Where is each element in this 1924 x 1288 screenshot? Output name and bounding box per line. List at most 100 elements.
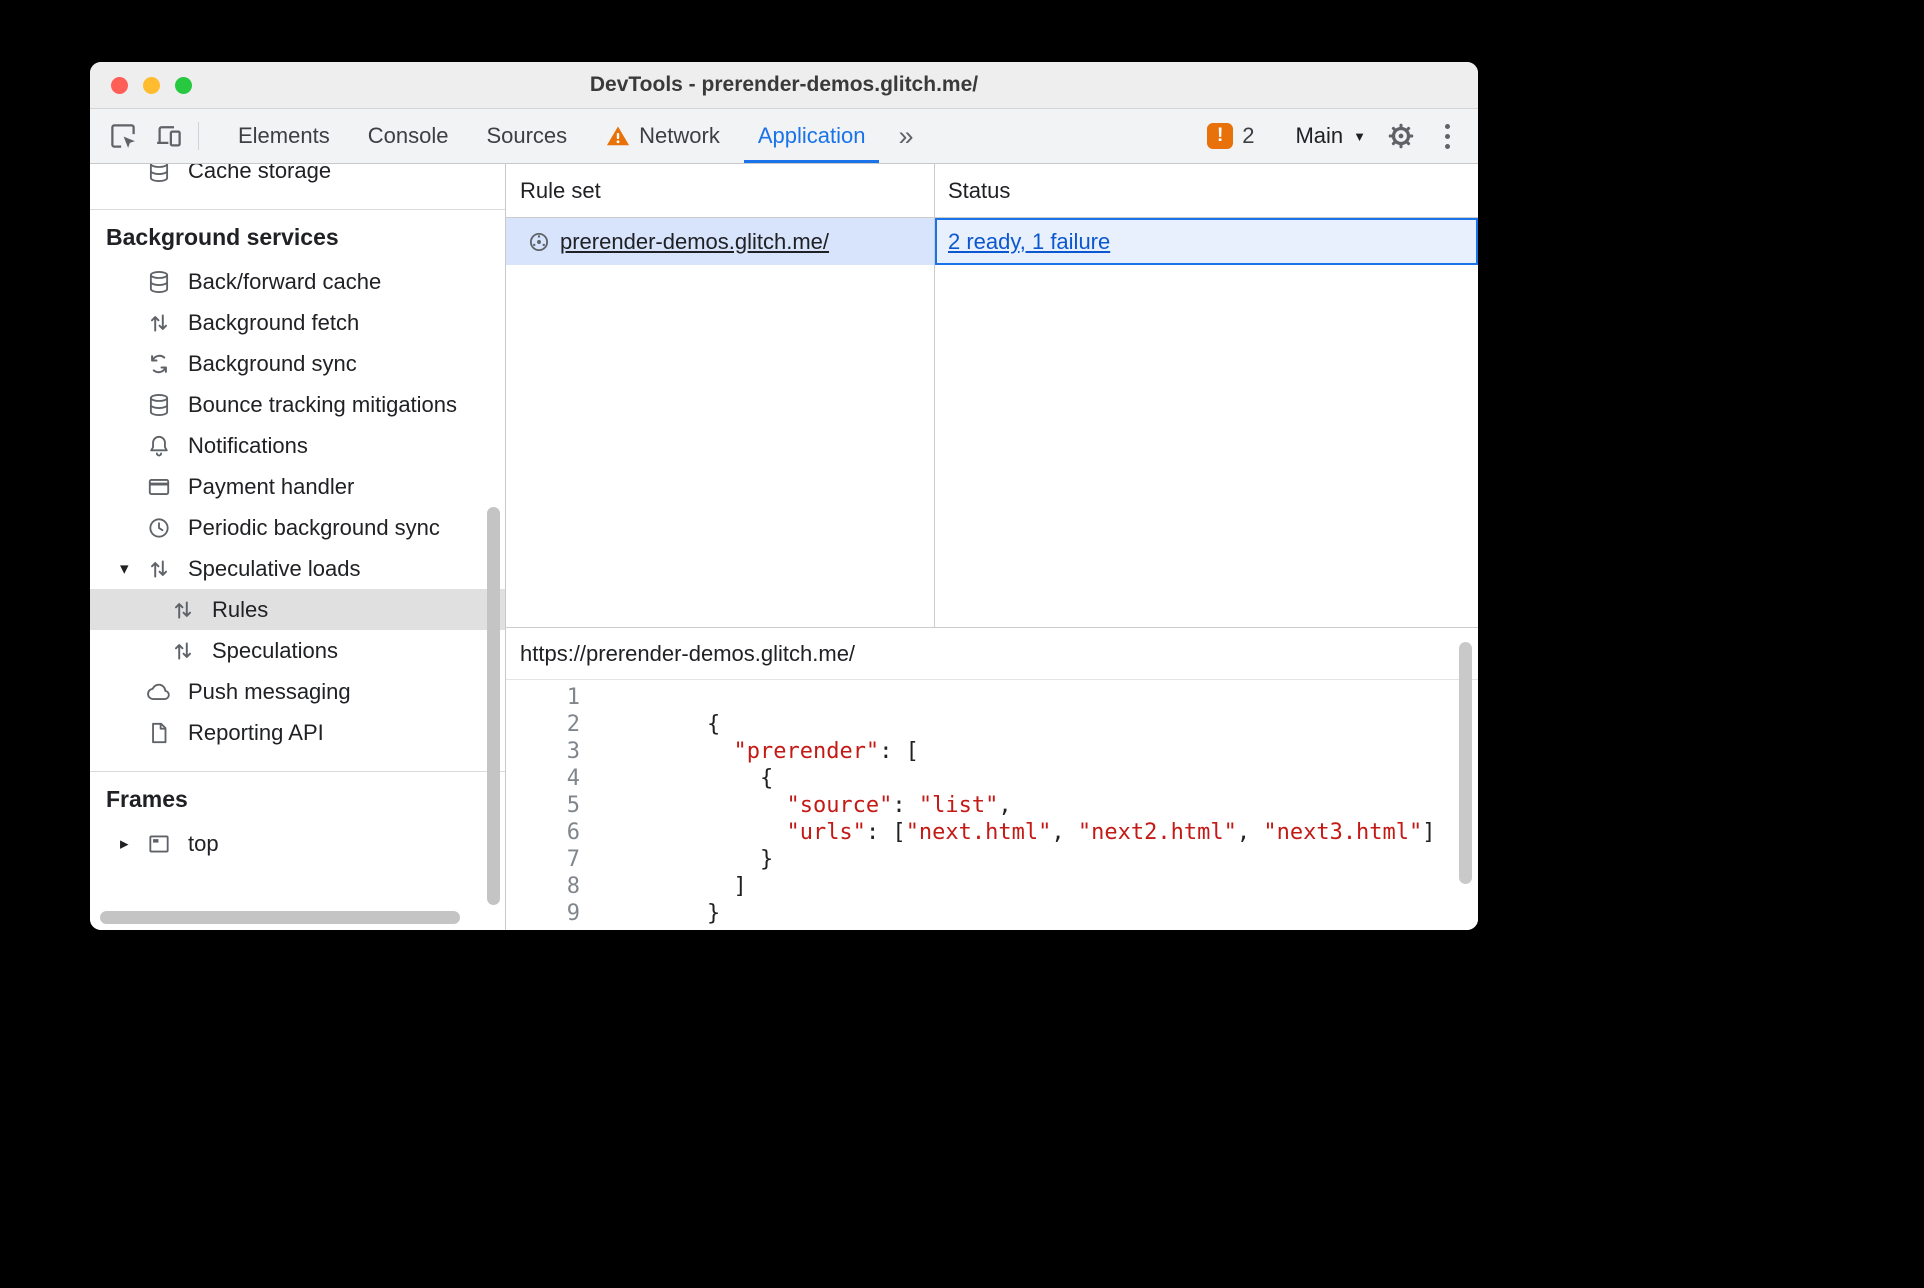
tab-elements[interactable]: Elements (219, 109, 349, 163)
json-punctuation-token: { (654, 766, 774, 791)
sidebar-item-background-sync[interactable]: Background sync (90, 343, 505, 384)
code-line: 1 (506, 684, 1478, 711)
tab-network[interactable]: Network (586, 109, 739, 163)
json-punctuation-token: { (654, 712, 721, 737)
sidebar-item-speculative-loads[interactable]: ▾ Speculative loads (90, 548, 505, 589)
titlebar: DevTools - prerender-demos.glitch.me/ (90, 62, 1478, 109)
tab-label: Network (639, 123, 720, 148)
warning-icon (605, 123, 631, 149)
rule-set-source-url: https://prerender-demos.glitch.me/ (506, 628, 1478, 680)
twisty-icon[interactable]: ▸ (120, 834, 146, 854)
updown-arrows-icon (170, 597, 196, 623)
window-title: DevTools - prerender-demos.glitch.me/ (589, 73, 979, 96)
rule-set-cell[interactable]: prerender-demos.glitch.me/ (506, 218, 935, 265)
code-line: 8 ] (506, 873, 1478, 900)
updown-arrows-icon (146, 310, 172, 336)
sidebar-item-label: Push messaging (188, 678, 351, 704)
clock-icon (146, 515, 172, 541)
database-icon (146, 392, 172, 418)
sidebar-item-notifications[interactable]: Notifications (90, 425, 505, 466)
code-lines: 12 {3 "prerender": [4 {5 "source": "list… (506, 684, 1478, 927)
sidebar-item-label: Periodic background sync (188, 514, 440, 540)
device-toolbar-button[interactable] (146, 109, 192, 163)
code-text: { (580, 711, 720, 738)
code-text: } (580, 900, 720, 927)
line-number: 8 (566, 874, 580, 899)
sidebar-item-label: Cache storage (188, 164, 332, 183)
code-line: 7 } (506, 846, 1478, 873)
sidebar-item-payment-handler[interactable]: Payment handler (90, 466, 505, 507)
tab-label: Application (757, 123, 866, 148)
tab-sources[interactable]: Sources (467, 109, 586, 163)
sidebar-item-label: Reporting API (188, 719, 324, 745)
inspect-icon (108, 121, 138, 151)
sidebar-horizontal-scrollbar[interactable] (100, 911, 460, 924)
json-string-token: "prerender" (733, 739, 880, 764)
sidebar-item-reporting-api[interactable]: Reporting API (90, 712, 505, 753)
tab-label: Console (367, 123, 449, 148)
twisty-icon[interactable]: ▾ (120, 559, 146, 579)
json-punctuation-token (654, 820, 786, 845)
code-text: "source": "list", (580, 792, 1011, 819)
line-number: 9 (566, 901, 580, 926)
dropdown-arrow-icon: ▼ (1353, 128, 1366, 144)
sidebar-item-periodic-background-sync[interactable]: Periodic background sync (90, 507, 505, 548)
tab-label: Sources (486, 123, 568, 148)
database-icon (146, 269, 172, 295)
card-icon (146, 474, 172, 500)
table-header: Rule set Status (506, 164, 1478, 218)
tab-application[interactable]: Application (739, 109, 885, 163)
line-number: 7 (566, 847, 580, 872)
device-toolbar-icon (154, 121, 184, 151)
target-selector[interactable]: Main ▼ (1283, 123, 1378, 149)
more-tabs-button[interactable]: » (884, 109, 927, 163)
minimize-button[interactable] (143, 76, 160, 94)
application-sidebar: Cache storage Background services Back/fo… (90, 164, 506, 930)
rule-set-link[interactable]: prerender-demos.glitch.me/ (560, 229, 829, 255)
json-punctuation-token: : [ (865, 820, 906, 845)
tab-label: Elements (238, 123, 330, 148)
settings-button[interactable] (1378, 121, 1424, 151)
sidebar-item-cache-storage[interactable]: Cache storage (90, 164, 505, 191)
code-vertical-scrollbar[interactable] (1459, 642, 1472, 884)
rule-set-detail-pane: https://prerender-demos.glitch.me/ 12 {3… (506, 627, 1478, 930)
sidebar-item-background-fetch[interactable]: Background fetch (90, 302, 505, 343)
rule-sets-table: Rule set Status prerender-demos.glitch.m… (506, 164, 1478, 627)
tab-console[interactable]: Console (349, 109, 468, 163)
sidebar-item-back-forward-cache[interactable]: Back/forward cache (90, 261, 505, 302)
json-string-token: "next.html" (905, 820, 1052, 845)
sidebar-item-label: Speculative loads (188, 555, 361, 581)
panel-tabs: Elements Console Sources Network Application (219, 109, 884, 163)
issues-badge[interactable]: ! 2 (1207, 123, 1254, 149)
json-punctuation-token (654, 793, 786, 818)
sidebar-item-bounce-tracking-mitigations[interactable]: Bounce tracking mitigations (90, 384, 505, 425)
database-icon (146, 164, 172, 184)
json-punctuation-token: , (1236, 820, 1264, 845)
toolbar-divider (198, 122, 199, 150)
json-string-token: "next2.html" (1077, 820, 1237, 845)
target-selector-label: Main (1295, 123, 1344, 148)
rule-set-icon (526, 229, 552, 255)
sidebar-item-label: Notifications (188, 432, 308, 458)
sidebar-item-label: Rules (212, 596, 269, 622)
document-icon (146, 720, 172, 746)
sidebar-item-top[interactable]: ▸ top (90, 823, 505, 864)
frame-icon (146, 831, 172, 857)
sidebar-item-speculations[interactable]: Speculations (90, 630, 505, 671)
inspect-element-button[interactable] (100, 109, 146, 163)
sidebar-item-label: Back/forward cache (188, 268, 382, 294)
zoom-button[interactable] (175, 76, 192, 94)
code-line: 3 "prerender": [ (506, 738, 1478, 765)
code-line: 5 "source": "list", (506, 792, 1478, 819)
sidebar-item-label: Background sync (188, 350, 357, 376)
sidebar-vertical-scrollbar[interactable] (487, 507, 500, 905)
line-number: 4 (566, 766, 580, 791)
sidebar-item-rules[interactable]: Rules (90, 589, 505, 630)
sidebar-item-push-messaging[interactable]: Push messaging (90, 671, 505, 712)
sidebar-sections: Background services Back/forward cache Bac… (90, 209, 505, 864)
status-link[interactable]: 2 ready, 1 failure (948, 229, 1110, 255)
menu-button[interactable] (1424, 123, 1470, 149)
line-number: 6 (566, 820, 580, 845)
status-cell[interactable]: 2 ready, 1 failure (935, 218, 1478, 265)
close-button[interactable] (111, 76, 128, 94)
